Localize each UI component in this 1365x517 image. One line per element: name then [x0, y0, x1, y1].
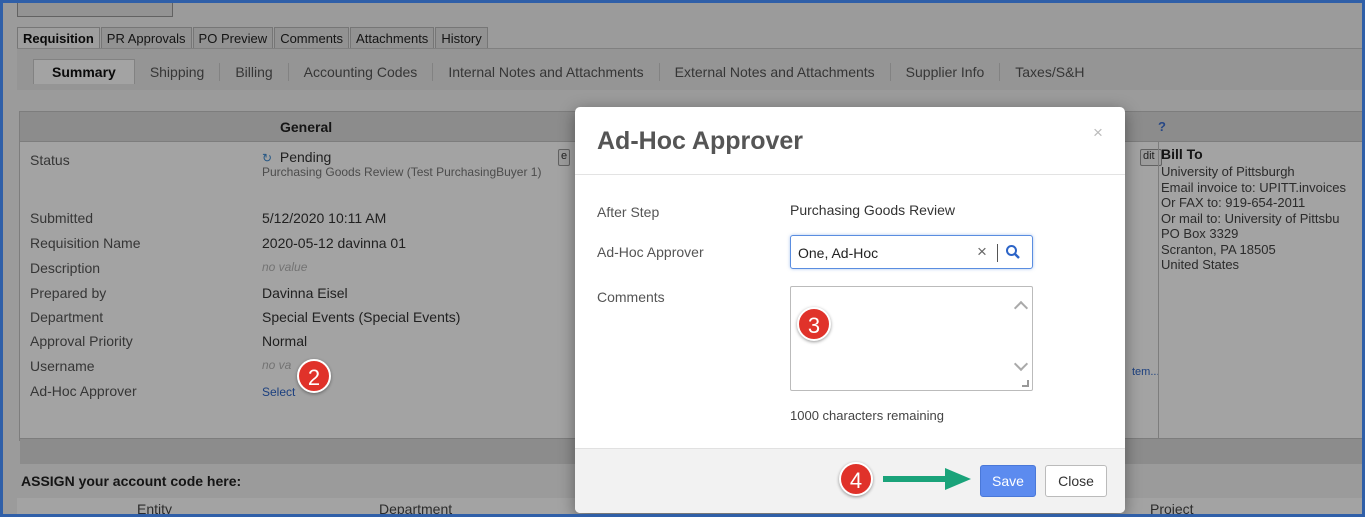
- save-button[interactable]: Save: [980, 465, 1036, 497]
- comments-textarea[interactable]: [790, 286, 1033, 391]
- adhoc-approver-field-label: Ad-Hoc Approver: [597, 244, 704, 260]
- clear-icon[interactable]: ×: [977, 242, 987, 262]
- scroll-up-icon[interactable]: [1013, 300, 1029, 316]
- screenshot-frame: Requisition PR Approvals PO Preview Comm…: [0, 0, 1365, 517]
- adhoc-approver-input[interactable]: One, Ad-Hoc ×: [790, 235, 1033, 269]
- dialog-header-divider: [575, 174, 1125, 175]
- adhoc-approver-dialog: Ad-Hoc Approver × After Step Purchasing …: [575, 107, 1125, 513]
- dialog-title: Ad-Hoc Approver: [597, 127, 804, 155]
- after-step-value: Purchasing Goods Review: [790, 202, 955, 218]
- search-icon[interactable]: [1005, 244, 1021, 260]
- after-step-label: After Step: [597, 204, 660, 220]
- step-badge-4: 4: [839, 462, 873, 496]
- characters-remaining: 1000 characters remaining: [790, 408, 944, 423]
- pointer-arrow-icon: [883, 468, 971, 490]
- resize-grip-icon[interactable]: [1022, 380, 1029, 387]
- step-badge-2: 2: [297, 359, 331, 393]
- step-badge-3: 3: [797, 307, 831, 341]
- comments-label: Comments: [597, 289, 665, 305]
- input-separator: [997, 244, 998, 262]
- close-icon[interactable]: ×: [1093, 123, 1103, 143]
- close-button[interactable]: Close: [1045, 465, 1107, 497]
- adhoc-approver-input-value: One, Ad-Hoc: [798, 245, 879, 261]
- scroll-down-icon[interactable]: [1013, 356, 1029, 372]
